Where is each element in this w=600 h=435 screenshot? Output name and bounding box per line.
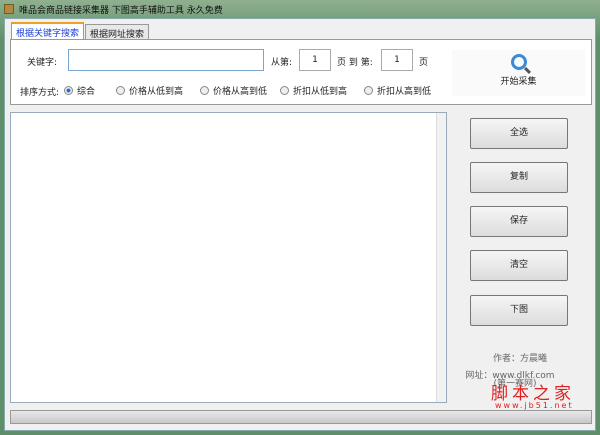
radio-icon: [280, 86, 289, 95]
title-bar: 唯品会商品链接采集器 下图高手辅助工具 永久免费: [0, 0, 600, 18]
search-icon: [510, 54, 527, 70]
save-button[interactable]: 保存: [470, 206, 568, 237]
author-text: 作者：方晨曦: [492, 354, 547, 364]
copy-button[interactable]: 复制: [470, 162, 568, 193]
clear-button[interactable]: 清空: [470, 250, 568, 281]
search-panel: 关键字: 从第: 1 页 到 第: 1 页 排序方式: 综合 价格从低到高 价格…: [10, 39, 592, 105]
to-page-input[interactable]: 1: [381, 49, 413, 71]
from-label: 从第:: [271, 58, 293, 68]
sort-option-price-desc[interactable]: 价格从高到低: [200, 84, 267, 97]
radio-icon: [116, 86, 125, 95]
start-collect-label: 开始采集: [500, 77, 537, 87]
start-collect-button[interactable]: 开始采集: [452, 50, 585, 96]
sort-option-comprehensive[interactable]: 综合: [64, 84, 95, 97]
radio-label: 价格从高到低: [213, 87, 268, 97]
radio-label: 折扣从高到低: [377, 87, 432, 97]
select-all-button[interactable]: 全选: [470, 118, 568, 149]
radio-icon: [364, 86, 373, 95]
app-window: 唯品会商品链接采集器 下图高手辅助工具 永久免费 根据关键字搜索 根据网址搜索 …: [0, 0, 600, 435]
radio-icon: [64, 86, 73, 95]
page-label: 页: [419, 58, 429, 68]
tab-bar: 根据关键字搜索 根据网址搜索: [11, 22, 150, 40]
sort-option-price-asc[interactable]: 价格从低到高: [116, 84, 183, 97]
progress-bar: [10, 410, 592, 424]
sort-label: 排序方式:: [20, 88, 60, 98]
keyword-input[interactable]: [68, 49, 264, 71]
sort-option-discount-desc[interactable]: 折扣从高到低: [364, 84, 431, 97]
download-images-button[interactable]: 下图: [470, 295, 568, 326]
keyword-label: 关键字:: [27, 58, 58, 68]
radio-label: 价格从低到高: [129, 87, 184, 97]
app-icon: [4, 4, 14, 14]
window-title: 唯品会商品链接采集器 下图高手辅助工具 永久免费: [19, 5, 223, 16]
results-textarea[interactable]: [10, 112, 447, 403]
radio-icon: [200, 86, 209, 95]
tab-keyword-search[interactable]: 根据关键字搜索: [11, 22, 85, 39]
watermark-url: www.jb51.net: [495, 401, 574, 410]
radio-label: 折扣从低到高: [293, 87, 348, 97]
radio-label: 综合: [77, 87, 96, 97]
sort-option-discount-asc[interactable]: 折扣从低到高: [280, 84, 347, 97]
from-page-input[interactable]: 1: [299, 49, 331, 71]
tab-url-search[interactable]: 根据网址搜索: [85, 24, 150, 40]
page-to-label: 页 到 第:: [337, 58, 373, 68]
client-area: 根据关键字搜索 根据网址搜索 关键字: 从第: 1 页 到 第: 1 页 排序方…: [4, 18, 596, 431]
